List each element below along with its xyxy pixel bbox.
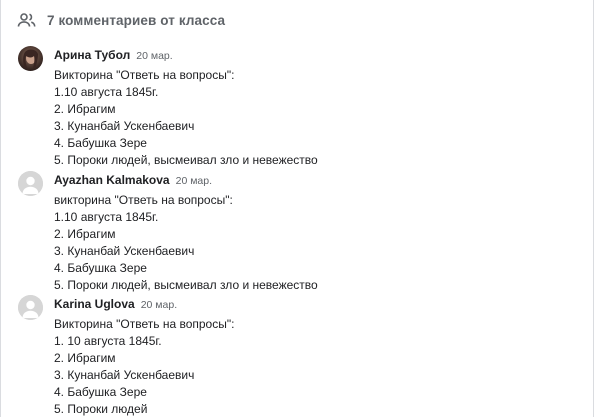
avatar[interactable] (18, 46, 43, 71)
comment-date: 20 мар. (140, 299, 178, 311)
people-icon (17, 12, 37, 28)
comment-line: Викторина "Ответь на вопросы": (54, 317, 235, 331)
user-photo-icon (18, 46, 43, 71)
comment-line: 4. Бабушка Зере (54, 261, 147, 275)
comments-count-title[interactable]: 7 комментариев от класса (47, 13, 225, 28)
panel-border-right (593, 0, 594, 417)
comment-author[interactable]: Karina Uglova (54, 297, 135, 311)
comment-author[interactable]: Арина Тубол (54, 48, 130, 62)
default-avatar-icon (18, 295, 43, 320)
comment-line: 3. Кунанбай Ускенбаевич (54, 368, 195, 382)
default-avatar-icon (18, 171, 43, 196)
comment-line: 2. Ибрагим (54, 227, 116, 241)
comment-line: 5. Пороки людей (54, 402, 148, 416)
comment-text: викторина "Ответь на вопросы": 1.10 авгу… (54, 192, 318, 294)
comment-line: 1.10 августа 1845г. (54, 210, 159, 224)
comment-line: 4. Бабушка Зере (54, 136, 147, 150)
comment-item: Ayazhan Kalmakova 20 мар. викторина "Отв… (18, 171, 318, 294)
panel-border-left (0, 0, 1, 417)
comment-line: 5. Пороки людей, высмеивал зло и невежес… (54, 153, 318, 167)
comment-item: Арина Тубол 20 мар. Викторина "Ответь на… (18, 46, 318, 169)
comment-date: 20 мар. (175, 175, 213, 187)
comment-line: 4. Бабушка Зере (54, 385, 147, 399)
comment-line: 5. Пороки людей, высмеивал зло и невежес… (54, 278, 318, 292)
comment-line: 3. Кунанбай Ускенбаевич (54, 119, 195, 133)
comment-author[interactable]: Ayazhan Kalmakova (54, 173, 170, 187)
comment-item: Karina Uglova 20 мар. Викторина "Ответь … (18, 295, 234, 418)
comment-date: 20 мар. (136, 50, 173, 62)
comment-line: 3. Кунанбай Ускенбаевич (54, 244, 195, 258)
comment-line: 1.10 августа 1845г. (54, 85, 159, 99)
comment-line: 2. Ибрагим (54, 351, 116, 365)
comment-line: викторина "Ответь на вопросы": (54, 193, 233, 207)
avatar[interactable] (18, 295, 43, 320)
comment-text: Викторина "Ответь на вопросы": 1. 10 авг… (54, 316, 234, 418)
comments-header[interactable]: 7 комментариев от класса (17, 9, 225, 31)
comment-line: Викторина "Ответь на вопросы": (54, 68, 235, 82)
avatar[interactable] (18, 171, 43, 196)
comment-text: Викторина "Ответь на вопросы": 1.10 авгу… (54, 67, 318, 169)
comment-line: 2. Ибрагим (54, 102, 116, 116)
comment-line: 1. 10 августа 1845г. (54, 334, 162, 348)
